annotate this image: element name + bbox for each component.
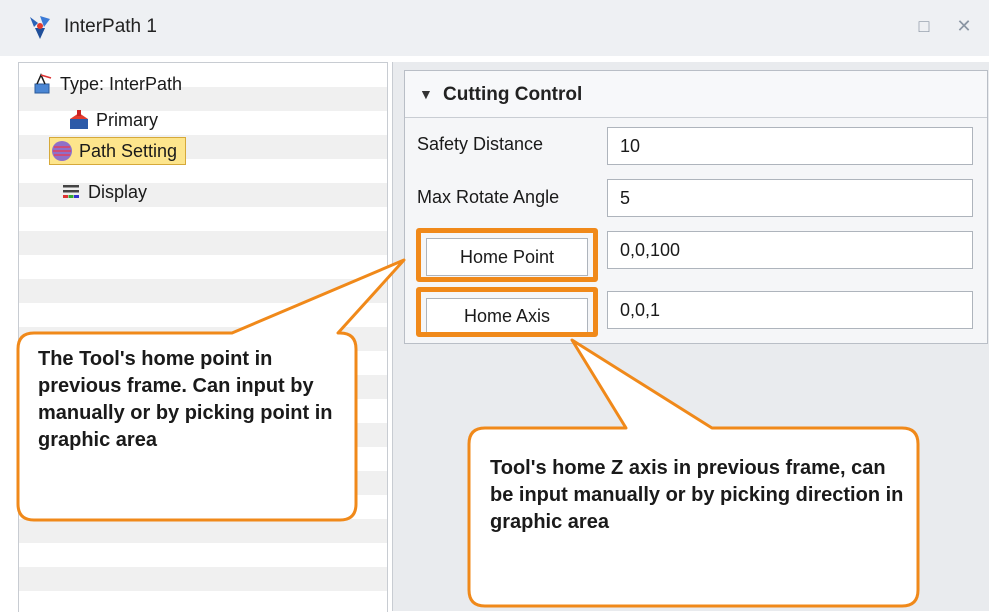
home-axis-input[interactable] [607,291,973,329]
display-icon [63,185,79,198]
title-bar: InterPath 1 □ ✕ [0,0,989,56]
tree-item-label: Path Setting [79,140,178,161]
tree-item-primary[interactable]: Primary [67,107,158,133]
tree-stripe [19,567,387,591]
group-title: Cutting Control [443,84,583,105]
safety-distance-label: Safety Distance [417,134,544,154]
tree-item-path-setting[interactable]: Path Setting [49,137,187,165]
interpath-type-icon [34,73,52,94]
interpath-app-icon [30,16,50,39]
max-rotate-angle-label: Max Rotate Angle [417,187,560,207]
home-point-callout-text: The Tool's home point in previous frame.… [38,348,333,451]
feature-tree-panel: Type: InterPath Primary Path Setting Dis… [18,62,388,612]
home-point-input[interactable] [607,231,973,269]
home-axis-callout-text: Tool's home Z axis in previous frame, ca… [490,457,904,533]
tree-item-label: Primary [96,109,158,130]
path-setting-icon [52,141,72,161]
cutting-control-header[interactable]: ▼ Cutting Control [405,71,987,118]
tree-item-label: Display [88,181,148,202]
pin-icon[interactable]: □ [912,14,936,38]
safety-distance-input[interactable] [607,127,973,165]
home-point-highlight [416,228,598,282]
tree-root-item[interactable]: Type: InterPath [31,71,182,97]
tree-item-display[interactable]: Display [59,179,147,205]
max-rotate-angle-input[interactable] [607,179,973,217]
primary-icon [70,110,88,129]
tree-root-label: Type: InterPath [60,73,183,94]
tree-stripe [19,519,387,543]
triangle-down-icon: ▼ [419,86,433,102]
tree-stripe [19,231,387,255]
window-title: InterPath 1 [64,16,157,37]
close-icon[interactable]: ✕ [952,14,976,38]
home-axis-highlight [416,287,598,337]
tree-stripe [19,471,387,495]
tree-stripe [19,279,387,303]
